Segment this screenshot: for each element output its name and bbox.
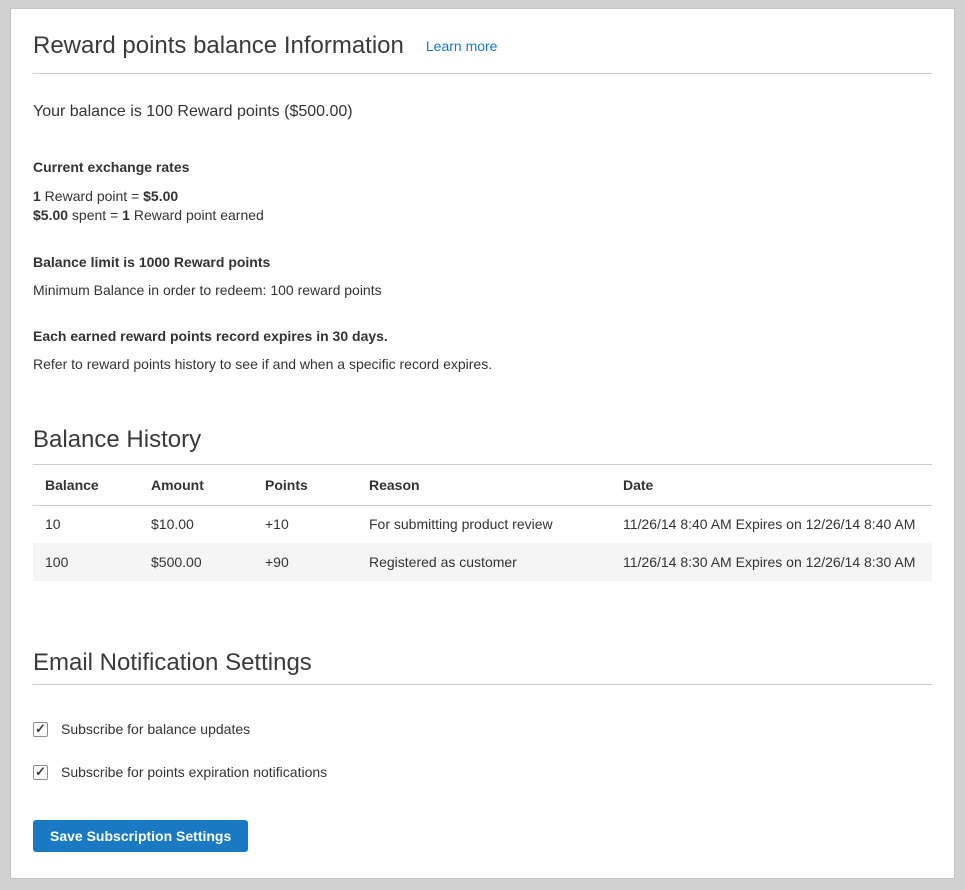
card-header: Reward points balance Information Learn … [33,9,932,61]
save-subscription-settings-button[interactable]: Save Subscription Settings [33,820,248,852]
email-settings-title: Email Notification Settings [33,648,932,678]
balance-history-table: Balance Amount Points Reason Date 10 $10… [33,465,932,581]
rate-spend-suffix: Reward point earned [130,207,264,223]
cell-amount: $10.00 [139,505,253,543]
rate-earn-value: $5.00 [143,188,178,204]
balance-limit-text: Balance limit is 1000 Reward points [33,253,932,271]
cell-date: 11/26/14 8:30 AM Expires on 12/26/14 8:3… [611,543,932,581]
rate-spend-value: $5.00 [33,207,68,223]
email-settings-divider [33,684,932,685]
expiration-heading: Each earned reward points record expires… [33,327,932,345]
cell-date: 11/26/14 8:40 AM Expires on 12/26/14 8:4… [611,505,932,543]
cell-points: +10 [253,505,357,543]
cell-reason: For submitting product review [357,505,611,543]
points-expiration-checkbox[interactable] [33,765,48,780]
table-header-row: Balance Amount Points Reason Date [33,465,932,505]
balance-summary: Your balance is 100 Reward points ($500.… [33,102,932,122]
rate-spend-points: 1 [122,207,130,223]
balance-updates-label: Subscribe for balance updates [61,721,250,737]
reward-points-card: Reward points balance Information Learn … [10,8,955,879]
exchange-rates: 1 Reward point = $5.00 $5.00 spent = 1 R… [33,187,932,225]
rate-spend-mid: spent = [68,207,122,223]
cell-balance: 10 [33,505,139,543]
column-header-amount: Amount [139,465,253,505]
cell-balance: 100 [33,543,139,581]
rate-earn-mid: Reward point = [41,188,143,204]
learn-more-link[interactable]: Learn more [426,38,498,54]
min-balance-text: Minimum Balance in order to redeem: 100 … [33,281,932,299]
table-row: 10 $10.00 +10 For submitting product rev… [33,505,932,543]
points-expiration-checkbox-row[interactable]: Subscribe for points expiration notifica… [33,764,932,780]
balance-updates-checkbox[interactable] [33,722,48,737]
rate-earn-points: 1 [33,188,41,204]
exchange-rates-heading: Current exchange rates [33,158,932,176]
column-header-date: Date [611,465,932,505]
header-divider [33,73,932,74]
expiration-note: Refer to reward points history to see if… [33,355,932,373]
balance-updates-checkbox-row[interactable]: Subscribe for balance updates [33,721,932,737]
cell-points: +90 [253,543,357,581]
rate-earn-line: 1 Reward point = $5.00 [33,187,932,206]
points-expiration-label: Subscribe for points expiration notifica… [61,764,327,780]
balance-history-title: Balance History [33,425,932,455]
table-row: 100 $500.00 +90 Registered as customer 1… [33,543,932,581]
rate-spend-line: $5.00 spent = 1 Reward point earned [33,206,932,225]
column-header-points: Points [253,465,357,505]
column-header-balance: Balance [33,465,139,505]
cell-amount: $500.00 [139,543,253,581]
cell-reason: Registered as customer [357,543,611,581]
page-title: Reward points balance Information [33,31,404,61]
column-header-reason: Reason [357,465,611,505]
